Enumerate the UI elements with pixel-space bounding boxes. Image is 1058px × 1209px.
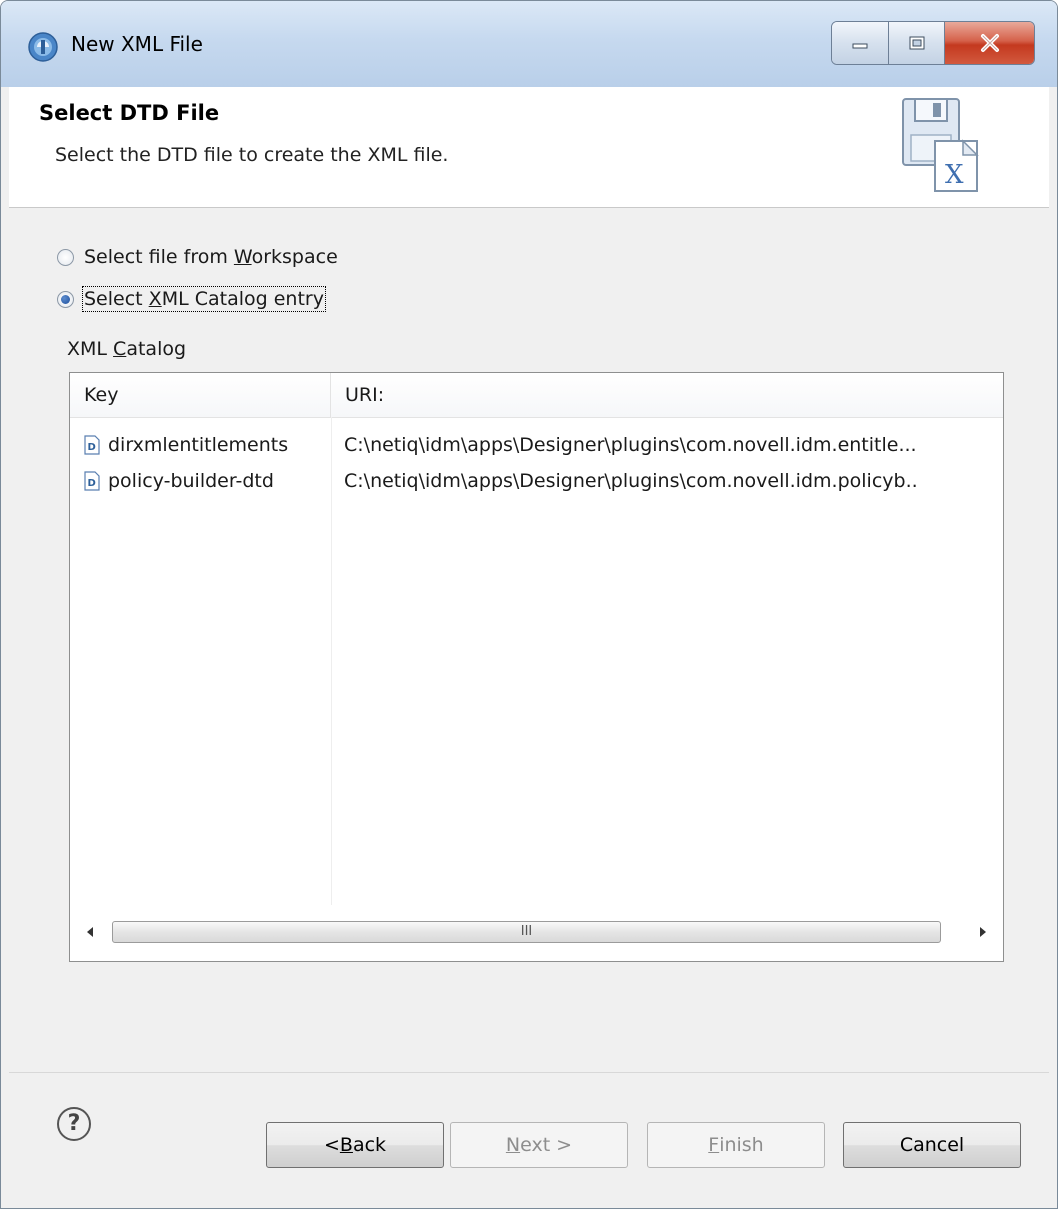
maximize-button[interactable] xyxy=(888,22,944,64)
page-description: Select the DTD file to create the XML fi… xyxy=(55,144,449,166)
row-uri: C:\netiq\idm\apps\Designer\plugins\com.n… xyxy=(344,434,917,456)
dtd-file-icon: D xyxy=(84,471,100,491)
workspace-option-label: Select file from Workspace xyxy=(84,246,338,268)
help-icon[interactable]: ? xyxy=(57,1107,91,1141)
xml-catalog-option[interactable]: Select XML Catalog entry xyxy=(57,284,326,314)
window-title: New XML File xyxy=(71,32,203,56)
workspace-option[interactable]: Select file from Workspace xyxy=(57,242,338,272)
row-uri: C:\netiq\idm\apps\Designer\plugins\com.n… xyxy=(344,470,918,492)
wizard-footer: ? < Back Next > Finish Cancel xyxy=(9,1072,1049,1208)
maximize-icon xyxy=(909,36,924,50)
xml-catalog-option-label: Select XML Catalog entry xyxy=(82,286,326,312)
svg-text:D: D xyxy=(88,478,96,489)
minimize-button[interactable] xyxy=(832,22,888,64)
scroll-left-icon xyxy=(87,927,93,937)
dtd-file-icon: D xyxy=(84,435,100,455)
column-header-uri[interactable]: URI: xyxy=(331,373,1003,417)
table-row[interactable]: D dirxmlentitlements C:\netiq\idm\apps\D… xyxy=(70,427,1003,463)
finish-button[interactable]: Finish xyxy=(647,1122,825,1168)
svg-text:D: D xyxy=(88,442,96,453)
xml-catalog-label: XML Catalog xyxy=(67,338,187,360)
row-key: dirxmlentitlements xyxy=(108,434,289,456)
scroll-right-icon xyxy=(980,927,986,937)
column-header-key[interactable]: Key xyxy=(70,373,331,417)
scroll-left-button[interactable] xyxy=(78,919,102,945)
row-key-cell: D dirxmlentitlements xyxy=(84,427,324,463)
scroll-right-button[interactable] xyxy=(971,919,995,945)
horizontal-scrollbar[interactable]: III xyxy=(70,905,1003,961)
close-icon xyxy=(980,34,999,52)
row-key: policy-builder-dtd xyxy=(108,470,274,492)
wizard-banner: Select DTD File Select the DTD file to c… xyxy=(9,87,1049,208)
xml-catalog-table[interactable]: Key URI: D dirxmlentitlements C:\netiq\i… xyxy=(69,372,1004,962)
title-bar[interactable]: New XML File xyxy=(1,1,1057,87)
new-xml-file-dialog: New XML File Select DTD File Select the … xyxy=(0,0,1058,1209)
next-button[interactable]: Next > xyxy=(450,1122,628,1168)
minimize-icon xyxy=(852,43,868,49)
table-row[interactable]: D policy-builder-dtd C:\netiq\idm\apps\D… xyxy=(70,463,1003,499)
page-title: Select DTD File xyxy=(39,101,220,125)
workspace-radio[interactable] xyxy=(57,248,74,266)
window-controls xyxy=(831,21,1035,65)
xml-catalog-radio[interactable] xyxy=(57,290,74,308)
svg-text:X: X xyxy=(945,160,964,190)
wizard-content: Select file from Workspace Select XML Ca… xyxy=(9,208,1049,1072)
eclipse-icon xyxy=(28,32,58,62)
row-key-cell: D policy-builder-dtd xyxy=(84,463,324,499)
scrollbar-thumb[interactable]: III xyxy=(112,921,941,943)
close-button[interactable] xyxy=(944,22,1034,64)
save-xml-wizard-icon: X xyxy=(902,98,979,192)
cancel-button[interactable]: Cancel xyxy=(843,1122,1021,1168)
back-button[interactable]: < Back xyxy=(266,1122,444,1168)
table-header: Key URI: xyxy=(70,373,1003,418)
